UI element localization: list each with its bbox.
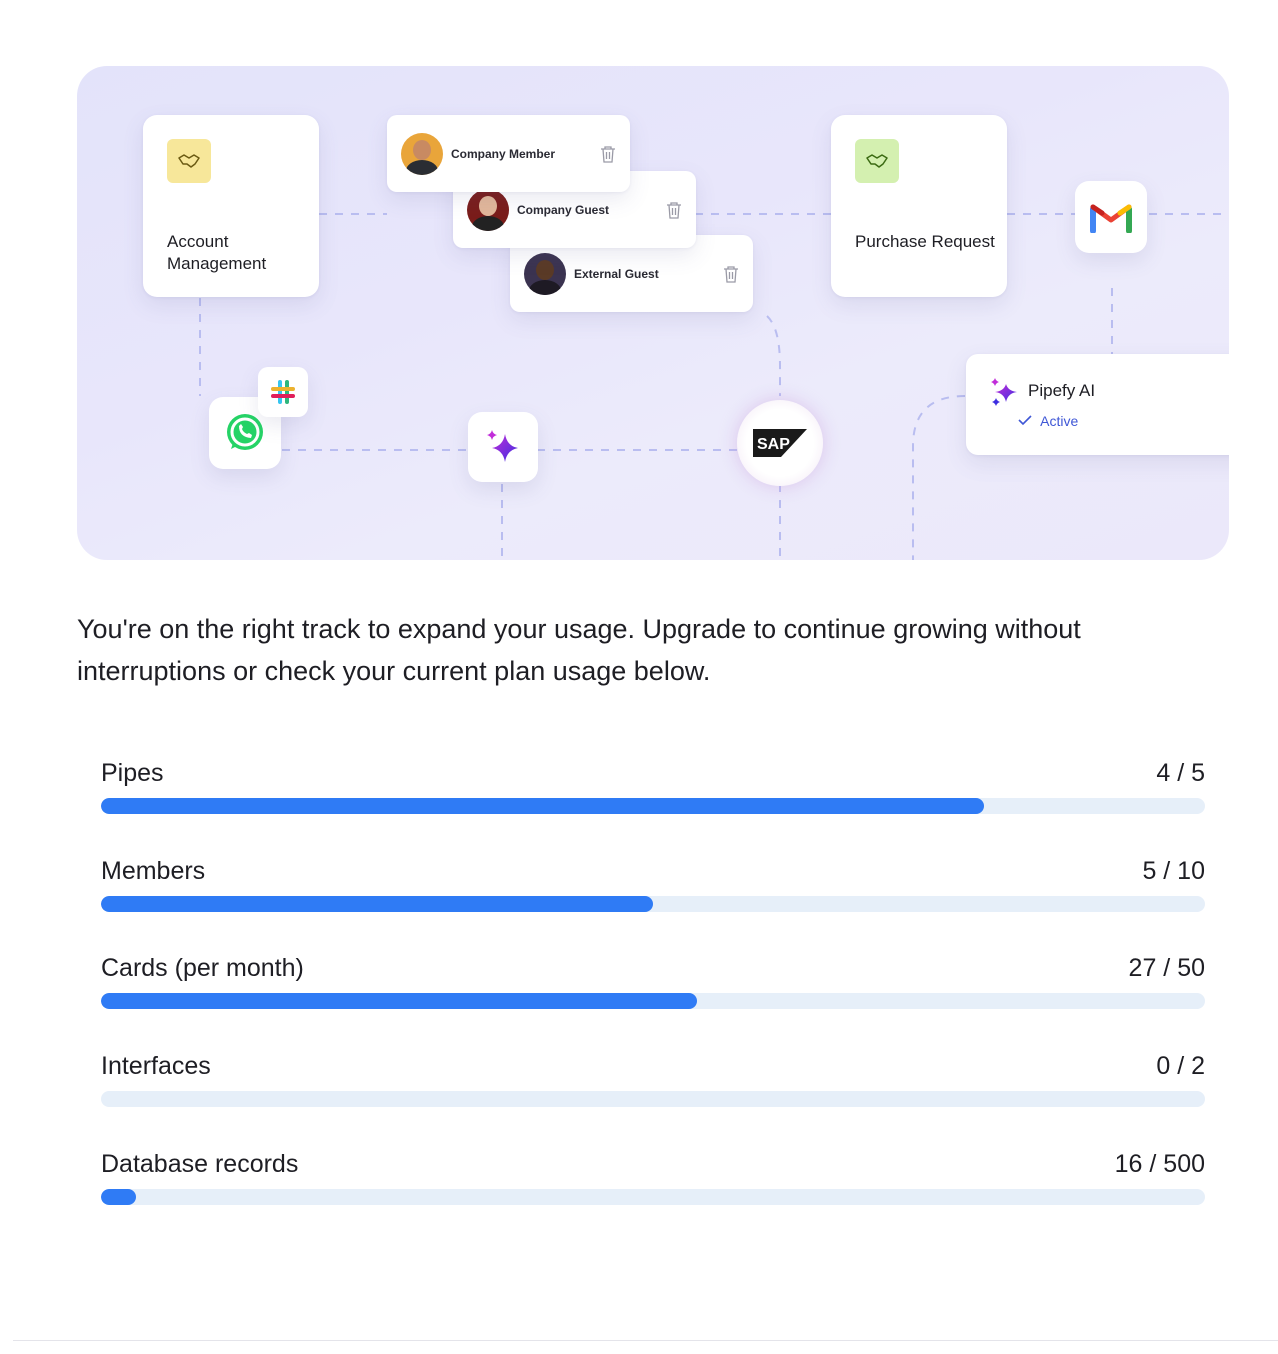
ai-status: Active	[1017, 413, 1078, 429]
gmail-icon	[1075, 181, 1147, 253]
ai-status-label: Active	[1040, 413, 1079, 429]
usage-count: 16 / 500	[1114, 1150, 1205, 1178]
hero-illustration: Account Management Purchase Request Exte…	[77, 66, 1229, 560]
usage-bar	[101, 896, 1205, 912]
usage-count: 4 / 5	[1156, 759, 1205, 787]
trash-icon	[601, 145, 615, 163]
sap-icon: SAP	[737, 400, 823, 486]
usage-label: Members	[101, 857, 206, 885]
usage-count: 0 / 2	[1156, 1052, 1205, 1080]
usage-bar-fill	[101, 896, 653, 912]
slack-icon	[258, 367, 308, 417]
svg-text:SAP: SAP	[757, 436, 790, 453]
avatar	[401, 132, 443, 175]
usage-bar-fill	[101, 798, 985, 814]
usage-row-interfaces: Interfaces 0 / 2	[101, 1050, 1205, 1120]
usage-bar-fill	[101, 1189, 137, 1205]
ai-title: Pipefy AI	[1028, 381, 1096, 400]
usage-row-members: Members 5 / 10	[101, 855, 1205, 925]
check-icon	[1018, 415, 1032, 426]
sparkle-icon	[991, 378, 1017, 406]
usage-bar	[101, 1091, 1205, 1107]
usage-label: Interfaces	[101, 1052, 211, 1080]
avatar	[524, 252, 566, 295]
usage-row-database-records: Database records 16 / 500	[101, 1148, 1205, 1218]
handshake-icon	[855, 139, 899, 183]
handshake-icon	[167, 139, 211, 183]
task-card-purchase-request: Purchase Request	[831, 115, 1007, 297]
usage-label: Database records	[101, 1150, 299, 1178]
task-card-title: Account Management	[167, 232, 267, 273]
task-card-title: Purchase Request	[855, 232, 995, 251]
divider	[13, 1340, 1278, 1341]
sparkle-icon	[468, 412, 538, 482]
member-name: Company Member	[451, 146, 556, 161]
trash-icon	[724, 265, 738, 283]
usage-row-pipes: Pipes 4 / 5	[101, 757, 1205, 827]
usage-row-cards: Cards (per month) 27 / 50	[101, 952, 1205, 1022]
usage-bar-fill	[101, 993, 698, 1009]
pipefy-ai-card: Pipefy AI Active	[966, 354, 1229, 455]
usage-bar	[101, 1189, 1205, 1205]
usage-label: Pipes	[101, 759, 164, 787]
usage-label: Cards (per month)	[101, 954, 304, 982]
member-card-company-member: Company Member	[387, 115, 630, 192]
avatar	[467, 188, 509, 231]
member-name: External Guest	[574, 266, 659, 281]
member-name: Company Guest	[517, 202, 610, 217]
task-card-account-management: Account Management	[143, 115, 319, 297]
intro-text: You're on the right track to expand your…	[77, 614, 1081, 686]
usage-bar	[101, 993, 1205, 1009]
usage-count: 5 / 10	[1142, 857, 1205, 885]
usage-bar	[101, 798, 1205, 814]
trash-icon	[667, 201, 681, 219]
usage-count: 27 / 50	[1128, 954, 1205, 982]
